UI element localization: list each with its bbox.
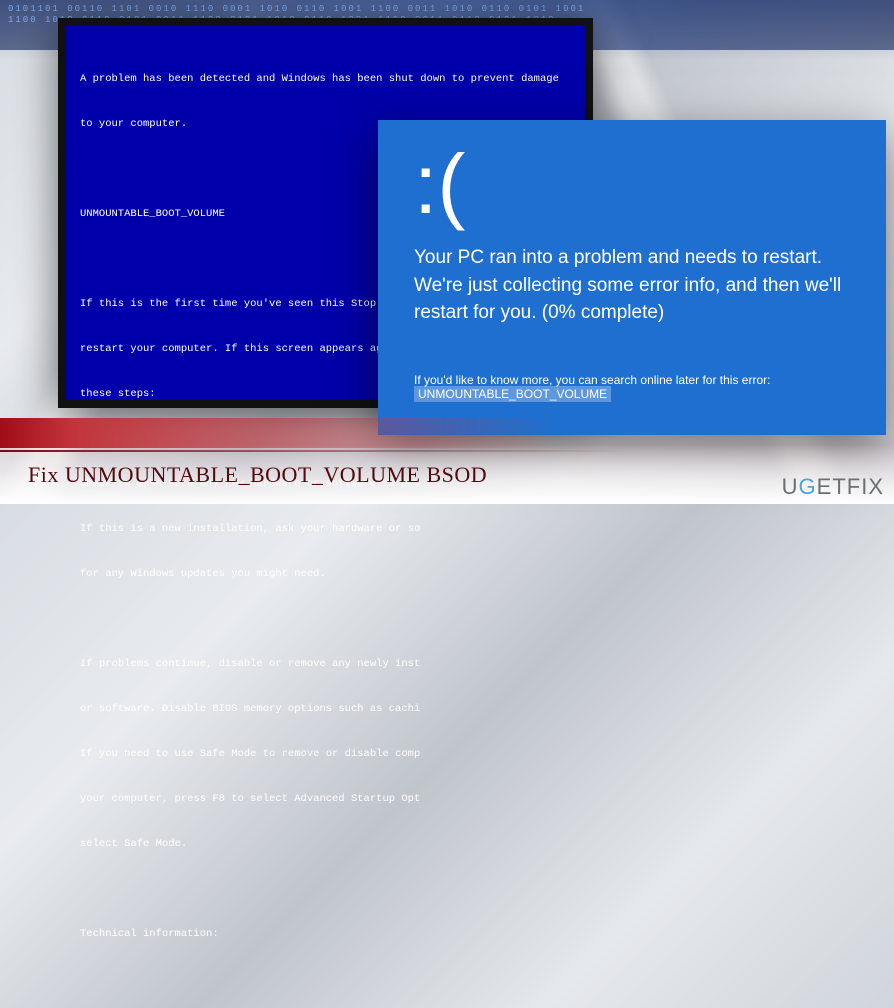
bsod-text: select Safe Mode.: [80, 837, 571, 852]
bsod-text: If you need to use Safe Mode to remove o…: [80, 747, 571, 762]
bsod-text: If problems continue, disable or remove …: [80, 657, 571, 672]
bsod-subtext-prefix: If you'd like to know more, you can sear…: [414, 373, 770, 387]
sad-face-icon: :(: [414, 142, 854, 226]
bsod-tech-label: Technical information:: [80, 927, 571, 942]
bsod-text: If this is a new installation, ask your …: [80, 522, 571, 537]
bsod-text: A problem has been detected and Windows …: [80, 72, 571, 87]
brand-letter-g: G: [799, 474, 817, 499]
brand-rest: ETFIX: [817, 474, 884, 499]
red-accent-bar: [0, 418, 894, 448]
bsod-text: or software. Disable BIOS memory options…: [80, 702, 571, 717]
brand-letter-u: U: [782, 474, 799, 499]
red-accent-line: [0, 450, 894, 452]
bsod-text: your computer, press F8 to select Advanc…: [80, 792, 571, 807]
bsod-error-code-highlight: UNMOUNTABLE_BOOT_VOLUME: [414, 386, 611, 402]
modern-bsod-window: :( Your PC ran into a problem and needs …: [378, 120, 886, 435]
bsod-message: Your PC ran into a problem and needs to …: [414, 244, 854, 327]
bsod-text: for any Windows updates you might need.: [80, 567, 571, 582]
brand-watermark: UGETFIX: [782, 474, 884, 500]
article-title: Fix UNMOUNTABLE_BOOT_VOLUME BSOD: [28, 462, 487, 488]
bsod-subtext: If you'd like to know more, you can sear…: [414, 373, 854, 401]
